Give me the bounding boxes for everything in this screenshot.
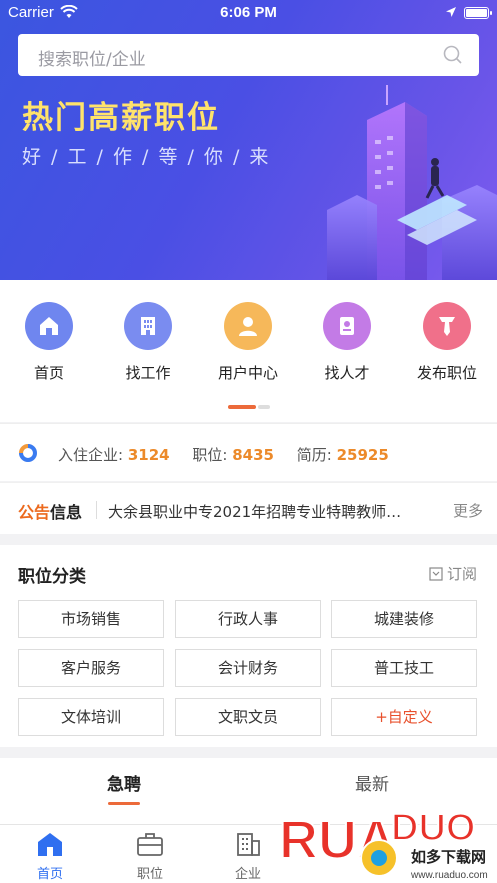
svg-text:DUO: DUO: [391, 807, 475, 849]
quick-nav-label: 找人才: [324, 364, 370, 382]
briefcase-icon: [137, 833, 163, 856]
svg-text:www.ruaduo.com: www.ruaduo.com: [410, 870, 488, 881]
building-icon: [124, 302, 172, 350]
stats-line: 入住企业: 3124 职位: 8435 简历: 25925: [58, 444, 407, 465]
city-illustration: [327, 85, 497, 280]
subscribe-label: 订阅: [446, 565, 477, 583]
quick-nav-user-center[interactable]: 用户中心: [203, 302, 293, 383]
category-button[interactable]: 文职文员: [175, 698, 321, 736]
divider: [96, 501, 97, 519]
location-arrow-icon: [445, 6, 457, 22]
quick-nav-label: 首页: [33, 364, 64, 382]
quick-nav-label: 发布职位: [416, 364, 477, 382]
bottom-nav-jobs[interactable]: 职位: [100, 831, 200, 882]
category-button[interactable]: 市场销售: [18, 600, 164, 638]
bottom-nav-label: 首页: [36, 867, 63, 882]
job-categories: 职位分类 订阅 市场销售 行政人事 城建装修 客户服务 会计财务 普工技工 文体…: [0, 545, 497, 747]
subscribe-button[interactable]: 订阅: [429, 563, 477, 584]
tab-urgent[interactable]: 急聘: [0, 770, 248, 795]
quick-nav-home[interactable]: 首页: [4, 302, 94, 383]
notice-headline[interactable]: 大余县职业中专2021年招聘专业特聘教师…: [108, 501, 440, 522]
search-input[interactable]: 搜索职位/企业: [38, 45, 146, 70]
subscribe-icon: [429, 566, 443, 581]
quick-nav-label: 用户中心: [217, 364, 278, 382]
companies-label: 入住企业:: [58, 446, 124, 464]
company-icon: [237, 833, 260, 856]
donut-chart-icon: [18, 443, 38, 467]
quick-nav-find-job[interactable]: 找工作: [103, 302, 193, 383]
badge-icon: [323, 302, 371, 350]
bottom-nav-home[interactable]: 首页: [0, 831, 100, 882]
status-bar: Carrier 6:06 PM: [0, 0, 497, 26]
notice-more-link[interactable]: 更多: [453, 500, 483, 521]
section-title: 职位分类: [18, 567, 86, 587]
quick-nav: 首页 找工作 用户中心 找人才 发布职位: [0, 280, 497, 422]
category-button[interactable]: 行政人事: [175, 600, 321, 638]
site-stats: 入住企业: 3124 职位: 8435 简历: 25925: [0, 423, 497, 481]
notice-tag: 公告信息: [18, 499, 82, 523]
quick-nav-label: 找工作: [125, 364, 171, 382]
quick-nav-find-talent[interactable]: 找人才: [302, 302, 392, 383]
category-button[interactable]: 普工技工: [331, 649, 477, 687]
resumes-label: 简历:: [296, 446, 332, 464]
notice-bar[interactable]: 公告信息 大余县职业中专2021年招聘专业特聘教师… 更多: [0, 482, 497, 534]
watermark-logo: RUA DUO 如多下载网 www.ruaduo.com: [278, 806, 495, 881]
hero-banner[interactable]: Carrier 6:06 PM 搜索职位/企业 热门高薪职位 好 / 工 / 作…: [0, 0, 497, 280]
notice-tag-a: 公告: [18, 503, 51, 522]
svg-text:如多下载网: 如多下载网: [411, 848, 486, 866]
page-indicator: [228, 405, 270, 409]
home-icon: [38, 833, 62, 856]
search-bar[interactable]: 搜索职位/企业: [18, 34, 479, 76]
resumes-count: 25925: [336, 446, 389, 464]
bottom-nav-label: 职位: [136, 867, 163, 882]
user-icon: [224, 302, 272, 350]
jobs-count: 8435: [232, 446, 274, 464]
page-indicator-inactive: [258, 405, 270, 409]
category-button[interactable]: 客户服务: [18, 649, 164, 687]
page-indicator-active: [228, 405, 256, 409]
jobs-label: 职位:: [192, 446, 228, 464]
home-icon: [25, 302, 73, 350]
custom-category-button[interactable]: +自定义: [331, 698, 477, 736]
clock: 6:06 PM: [220, 4, 277, 21]
companies-count: 3124: [127, 446, 170, 464]
quick-nav-post-job[interactable]: 发布职位: [402, 302, 492, 383]
battery-icon: [464, 7, 492, 19]
notice-tag-b: 信息: [50, 503, 83, 522]
category-button[interactable]: 会计财务: [175, 649, 321, 687]
banner-subtitle: 好 / 工 / 作 / 等 / 你 / 来: [22, 146, 271, 168]
search-icon[interactable]: [443, 45, 463, 69]
tab-active-indicator: [108, 802, 140, 805]
category-button[interactable]: 城建装修: [331, 600, 477, 638]
banner-title: 热门高薪职位: [22, 100, 220, 136]
tab-latest[interactable]: 最新: [248, 770, 496, 795]
tie-icon: [423, 302, 471, 350]
category-button[interactable]: 文体培训: [18, 698, 164, 736]
